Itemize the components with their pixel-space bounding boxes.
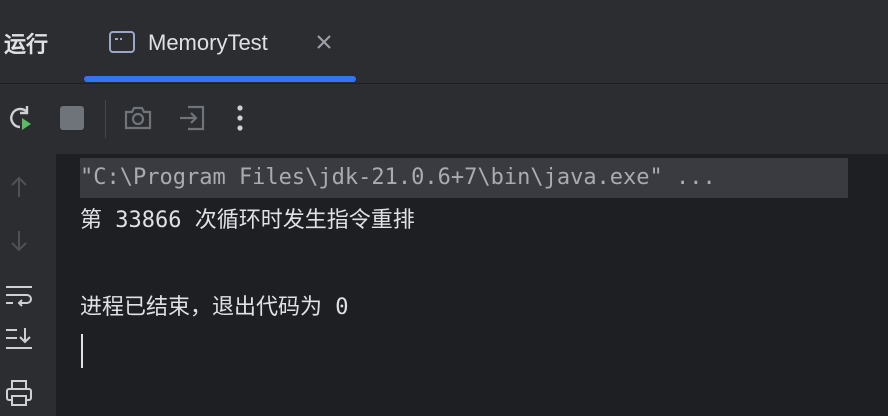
more-vertical-icon	[236, 104, 244, 136]
more-options-button[interactable]	[222, 102, 258, 138]
close-icon[interactable]	[314, 32, 334, 52]
tab-memorytest[interactable]: MemoryTest	[84, 14, 356, 84]
scroll-to-end-button[interactable]	[2, 324, 36, 358]
run-panel-header: 运行 MemoryTest	[0, 0, 888, 84]
arrow-down-icon	[9, 229, 29, 257]
console-output[interactable]: "C:\Program Files\jdk-21.0.6+7\bin\java.…	[56, 154, 888, 416]
process-exit-line: 进程已结束，退出代码为 0	[80, 295, 349, 320]
command-line: "C:\Program Files\jdk-21.0.6+7\bin\java.…	[80, 158, 848, 198]
output-line: 第 33866 次循环时发生指令重排	[80, 208, 415, 233]
screenshot-button[interactable]	[120, 102, 156, 138]
print-button[interactable]	[2, 378, 36, 412]
toolbar-separator	[105, 100, 106, 138]
rerun-icon	[5, 103, 35, 137]
exit-icon	[177, 103, 207, 137]
next-occurrence-button[interactable]	[2, 226, 36, 260]
soft-wrap-button[interactable]	[2, 280, 36, 314]
stop-icon	[59, 105, 85, 135]
arrow-up-icon	[9, 175, 29, 203]
console-side-toolbar	[0, 154, 56, 416]
exit-button[interactable]	[174, 102, 210, 138]
previous-occurrence-button[interactable]	[2, 172, 36, 206]
camera-icon	[123, 105, 153, 135]
run-toolbar	[0, 84, 888, 154]
run-tool-window: 运行 MemoryTest "C:\Program Files\jdk-21.0…	[0, 0, 888, 416]
console-window-icon	[109, 31, 135, 53]
print-icon	[5, 379, 33, 411]
scroll-to-end-icon	[4, 326, 34, 356]
rerun-button[interactable]	[2, 102, 38, 138]
stop-button[interactable]	[54, 102, 90, 138]
tab-label: MemoryTest	[148, 30, 268, 55]
soft-wrap-icon	[4, 283, 34, 311]
active-tab-indicator	[84, 76, 356, 82]
run-panel-title: 运行	[4, 33, 49, 58]
text-caret	[81, 334, 83, 368]
